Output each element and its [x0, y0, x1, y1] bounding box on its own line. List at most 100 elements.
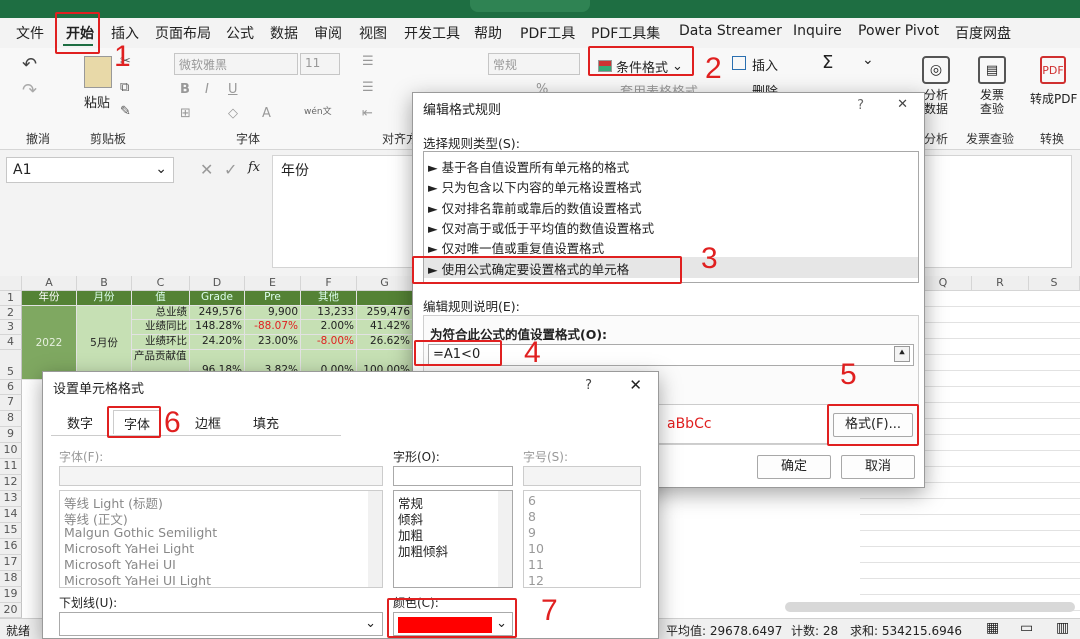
menu-pdf-tools[interactable]: PDF工具 — [520, 23, 575, 43]
font-list-item[interactable]: Microsoft YaHei Light — [64, 541, 194, 556]
cell[interactable]: 2.00% — [301, 320, 357, 335]
font-color-icon[interactable]: A — [262, 106, 271, 121]
number-format-dropdown[interactable]: 常规 — [488, 53, 580, 75]
font-size-item[interactable]: 11 — [528, 557, 544, 572]
row-header[interactable]: 6 — [0, 380, 22, 395]
format-painter-icon[interactable]: ✎ — [120, 104, 131, 119]
col-header-c[interactable]: C — [132, 276, 190, 291]
paste-icon[interactable] — [84, 56, 112, 88]
font-list-item[interactable]: Malgun Gothic Semilight — [64, 525, 217, 540]
search-box[interactable] — [470, 0, 590, 12]
cell[interactable]: 23.00% — [245, 335, 301, 350]
font-size-item[interactable]: 9 — [528, 525, 536, 540]
cancel-button[interactable]: 取消 — [841, 455, 915, 479]
row-header[interactable]: 12 — [0, 475, 22, 491]
cell[interactable]: 249,576 — [190, 306, 245, 320]
rule-type-item[interactable]: ► 只为包含以下内容的单元格设置格式 — [428, 177, 642, 196]
font-style-list[interactable]: 常规 倾斜 加粗 加粗倾斜 — [393, 490, 513, 588]
menu-view[interactable]: 视图 — [359, 23, 387, 43]
menu-baidu-pan[interactable]: 百度网盘 — [955, 23, 1011, 43]
font-list-item[interactable]: Microsoft YaHei UI — [64, 557, 176, 572]
row-header[interactable]: 1 — [0, 291, 22, 306]
col-header-e[interactable]: E — [245, 276, 301, 291]
confirm-entry-icon[interactable]: ✓ — [224, 160, 237, 179]
col-header-b[interactable]: B — [77, 276, 132, 291]
cell-header[interactable]: 月份 — [77, 291, 132, 306]
cell-header[interactable]: Pre — [245, 291, 301, 306]
rule-type-item[interactable]: ► 仅对排名靠前或靠后的数值设置格式 — [428, 198, 642, 217]
pdf-convert-label[interactable]: 转成PDF — [1030, 90, 1077, 107]
menu-file[interactable]: 文件 — [16, 23, 44, 43]
underline-dropdown[interactable]: ⌄ — [59, 612, 383, 636]
phonetic-icon[interactable]: wén文 — [304, 104, 332, 117]
analyze-data-icon[interactable]: ◎ — [922, 56, 950, 84]
cell-year-merged[interactable]: 2022 — [22, 306, 77, 380]
page-layout-view-icon[interactable]: ▭ — [1020, 620, 1033, 636]
style-list-scrollbar[interactable] — [498, 491, 512, 587]
row-header[interactable]: 15 — [0, 523, 22, 539]
menu-data-streamer[interactable]: Data Streamer — [679, 23, 782, 39]
paste-label[interactable]: 粘贴 — [84, 92, 110, 111]
autosum-icon[interactable]: Σ — [822, 52, 833, 73]
font-size-input[interactable] — [523, 466, 641, 486]
tab-border[interactable]: 边框 — [185, 410, 231, 434]
menu-page-layout[interactable]: 页面布局 — [155, 23, 211, 43]
cell-negative[interactable]: -88.07% — [245, 320, 301, 335]
undo-icon[interactable]: ↶ — [22, 54, 37, 75]
tab-number[interactable]: 数字 — [57, 410, 103, 434]
cell-negative[interactable]: -8.00% — [301, 335, 357, 350]
copy-icon[interactable]: ⧉ — [120, 80, 129, 95]
row-header[interactable]: 5 — [0, 350, 22, 380]
cell[interactable]: 26.62% — [357, 335, 413, 350]
corner-select-all[interactable] — [0, 276, 22, 291]
menu-developer[interactable]: 开发工具 — [404, 23, 460, 43]
align-top-icon[interactable]: ☰ — [362, 54, 374, 69]
cell[interactable]: 13,233 — [301, 306, 357, 320]
menu-formulas[interactable]: 公式 — [226, 23, 254, 43]
close-icon[interactable]: ✕ — [897, 97, 908, 112]
bold-icon[interactable]: B — [180, 82, 190, 97]
cell-header[interactable]: 年份 — [22, 291, 77, 306]
cell[interactable]: 259,476 — [357, 306, 413, 320]
horizontal-scrollbar[interactable] — [785, 602, 1075, 612]
font-size-item[interactable]: 6 — [528, 493, 536, 508]
row-header[interactable]: 16 — [0, 539, 22, 555]
pdf-convert-icon[interactable]: PDF — [1040, 56, 1066, 84]
rule-type-item[interactable]: ► 仅对高于或低于平均值的数值设置格式 — [428, 218, 654, 237]
cell[interactable]: 业绩环比 — [132, 335, 190, 350]
normal-view-icon[interactable]: ▦ — [986, 620, 999, 636]
cell-header[interactable]: 其他 — [301, 291, 357, 306]
insert-function-icon[interactable]: fx — [248, 160, 260, 175]
ok-button[interactable]: 确定 — [757, 455, 831, 479]
cell[interactable]: 9,900 — [245, 306, 301, 320]
font-size-item[interactable]: 8 — [528, 509, 536, 524]
font-size-dropdown[interactable]: 11 — [300, 53, 340, 75]
name-box[interactable]: A1 ⌄ — [6, 157, 174, 183]
menu-inquire[interactable]: Inquire — [793, 23, 842, 39]
cell-month-merged[interactable]: 5月份 — [77, 306, 132, 380]
col-header-r[interactable]: R — [972, 276, 1029, 291]
menu-data[interactable]: 数据 — [270, 23, 298, 43]
row-header[interactable]: 11 — [0, 459, 22, 475]
tab-fill[interactable]: 填充 — [243, 410, 289, 434]
menu-review[interactable]: 审阅 — [314, 23, 342, 43]
cell-header[interactable]: 值 — [132, 291, 190, 306]
row-header[interactable]: 17 — [0, 555, 22, 571]
font-name-dropdown[interactable]: 微软雅黑 — [174, 53, 298, 75]
row-header[interactable]: 20 — [0, 603, 22, 618]
col-header-s[interactable]: S — [1029, 276, 1080, 291]
menu-help[interactable]: 帮助 — [474, 23, 502, 43]
underline-icon[interactable]: U — [228, 82, 238, 97]
insert-cells-button[interactable]: 插入 — [752, 55, 778, 74]
cancel-entry-icon[interactable]: ✕ — [200, 160, 213, 179]
invoice-check-icon[interactable]: ▤ — [978, 56, 1006, 84]
align-left-icon[interactable]: ☰ — [362, 80, 374, 95]
row-header[interactable]: 4 — [0, 335, 22, 350]
rule-type-item[interactable]: ► 基于各自值设置所有单元格的格式 — [428, 157, 629, 176]
row-header[interactable]: 13 — [0, 491, 22, 507]
row-header[interactable]: 19 — [0, 587, 22, 603]
font-style-item[interactable]: 加粗倾斜 — [398, 541, 448, 560]
help-icon[interactable]: ? — [585, 378, 592, 393]
col-header-g[interactable]: G — [357, 276, 413, 291]
menu-power-pivot[interactable]: Power Pivot — [858, 23, 939, 39]
